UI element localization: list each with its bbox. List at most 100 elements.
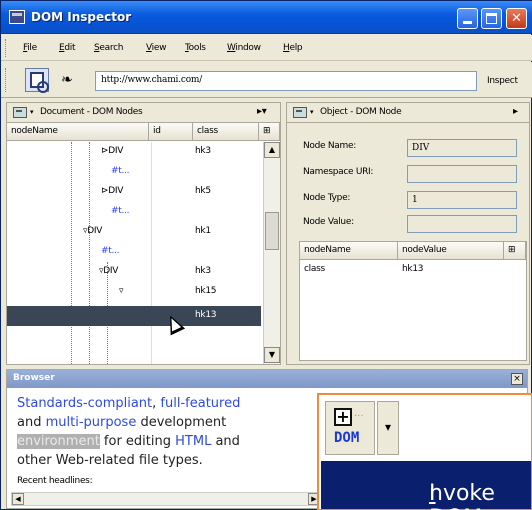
tree-node: ▿DIV [83,226,103,236]
minimize-icon [463,21,472,24]
attr-name[interactable]: class [304,264,325,274]
highlighted-environment: environment [17,434,100,449]
link-standards[interactable]: Standards-compliant [17,396,152,411]
tree-node: #t... [101,246,120,256]
tree-class: hk1 [195,226,211,236]
tree-node: #t... [111,166,130,176]
scroll-up-icon[interactable]: ▲ [264,142,280,158]
col-class[interactable]: class [193,123,259,141]
tree-row[interactable]: ⊳DIV hk5 [7,182,261,202]
tree-row[interactable]: #t... [7,242,261,262]
col-attr-nodevalue[interactable]: nodeValue [398,242,504,260]
close-icon: ✕ [511,11,522,26]
maximize-button[interactable] [481,8,502,29]
menu-view[interactable]: View [146,43,166,53]
tree-row[interactable]: ▿DIV hk3 [7,262,261,282]
menu-file[interactable]: File [23,43,37,53]
zoom-callout: + ... DOM ▾ Invoke DOM [317,393,532,510]
dom-tree: ⊳DIV hk3 #t... ⊳DIV hk5 #t... ▿DIV hk1 #… [7,142,261,364]
menu-tools[interactable]: Tools [185,43,206,53]
panel-menu-icon[interactable] [13,107,27,118]
dom-node-title: Object - DOM Node [320,107,402,117]
tree-row[interactable]: ▿ hk15 [7,282,261,302]
invoke-dom-button[interactable]: + ... DOM [325,401,375,455]
text-line4: other Web-related file types. [17,453,203,468]
close-button[interactable]: ✕ [506,8,527,29]
invoke-dom-tooltip: Invoke DOM [321,459,531,510]
inspect-button[interactable]: Inspect [487,76,518,86]
link-html[interactable]: HTML [175,434,211,449]
plus-icon: + [334,408,352,426]
col-nodename[interactable]: nodeName [7,123,149,141]
dom-nodes-title: Document - DOM Nodes [40,107,143,117]
chevron-down-icon[interactable]: ▾ [310,108,314,116]
tree-row[interactable]: ▿DIV hk1 [7,222,261,242]
dom-nodes-panel: ▾ Document - DOM Nodes ▸▾ nodeName id cl… [6,102,281,365]
dom-nodes-header: ▾ Document - DOM Nodes ▸▾ [7,103,280,123]
tree-node: #t... [111,206,130,216]
maximize-icon [486,13,497,24]
dom-label: DOM [334,430,360,446]
text-and: and [17,415,46,430]
tree-node: ⊳DIV [101,146,124,156]
panel-menu-icon[interactable] [293,107,307,118]
dom-node-panel: ▾ Object - DOM Node ▸ Node Name: DIV Nam… [286,102,530,365]
tree-class: hk5 [195,186,211,196]
text-and-2: and [211,434,240,449]
browser-hscrollbar[interactable]: ◀ ▶ [11,492,321,506]
namespace-uri-label: Namespace URI: [303,167,374,177]
browser-content: Standards-compliant, full-featured and m… [17,394,317,470]
tree-row[interactable]: ⊳DIV hk3 [7,142,261,162]
tree-node: ▿ [119,286,124,296]
chevron-down-icon[interactable]: ▾ [30,108,34,116]
column-picker-icon[interactable]: ⊞ [259,123,280,141]
inspect-node-icon[interactable] [25,68,49,93]
tree-class: hk3 [195,266,211,276]
panel-arrow-icon[interactable]: ▸▾ [257,106,267,117]
browser-title: Browser [7,370,527,388]
menu-help[interactable]: Help [283,43,303,53]
menu-bar: File Edit Search View Tools Window Help [1,35,532,61]
menu-grip[interactable] [5,39,8,57]
tree-row[interactable]: #t... [7,162,261,182]
link-full-featured[interactable]: full-featured [160,396,240,411]
dom-inspector-window: DOM Inspector ✕ File Edit Search View To… [0,0,532,510]
panel-arrow-icon[interactable]: ▸ [513,106,518,117]
col-id[interactable]: id [149,123,193,141]
title-bar[interactable]: DOM Inspector ✕ [1,1,532,34]
col-attr-nodename[interactable]: nodeName [300,242,398,260]
tree-class: hk13 [195,310,217,320]
menu-edit[interactable]: Edit [59,43,76,53]
tree-row-selected[interactable]: hk13 [7,306,261,326]
attributes-table: nodeName nodeValue ⊞ class hk13 [299,241,527,361]
node-name-label: Node Name: [303,141,356,151]
menu-search[interactable]: Search [94,43,123,53]
link-multi-purpose[interactable]: multi-purpose [46,415,137,430]
text-development: development [136,415,227,430]
recent-headlines: Recent headlines: [17,476,93,486]
tree-scrollbar[interactable]: ▲ ▼ [263,142,280,364]
tree-node: ▿DIV [99,266,119,276]
toolbar-grip[interactable] [5,68,8,92]
namespace-uri-field[interactable] [407,165,517,183]
node-value-field[interactable] [407,215,517,233]
column-picker-icon[interactable]: ⊞ [504,242,526,260]
scroll-thumb[interactable] [265,212,279,250]
attr-value[interactable]: hk13 [402,264,423,274]
scroll-down-icon[interactable]: ▼ [264,347,280,363]
dropdown-arrow-icon[interactable]: ▾ [377,401,399,455]
node-type-field[interactable]: 1 [407,191,517,209]
close-icon[interactable]: × [511,373,523,385]
tree-row[interactable]: #t... [7,202,261,222]
tree-class: hk3 [195,146,211,156]
scroll-left-icon[interactable]: ◀ [12,493,24,505]
binoculars-icon[interactable]: ❧ [61,72,73,88]
url-input[interactable]: http://www.chami.com/ [95,71,477,91]
tree-node: ⊳DIV [101,186,124,196]
window-title: DOM Inspector [31,10,132,24]
node-name-field[interactable]: DIV [407,139,517,157]
minimize-button[interactable] [457,8,478,29]
node-value-label: Node Value: [303,217,354,227]
node-type-label: Node Type: [303,193,351,203]
menu-window[interactable]: Window [227,43,261,53]
